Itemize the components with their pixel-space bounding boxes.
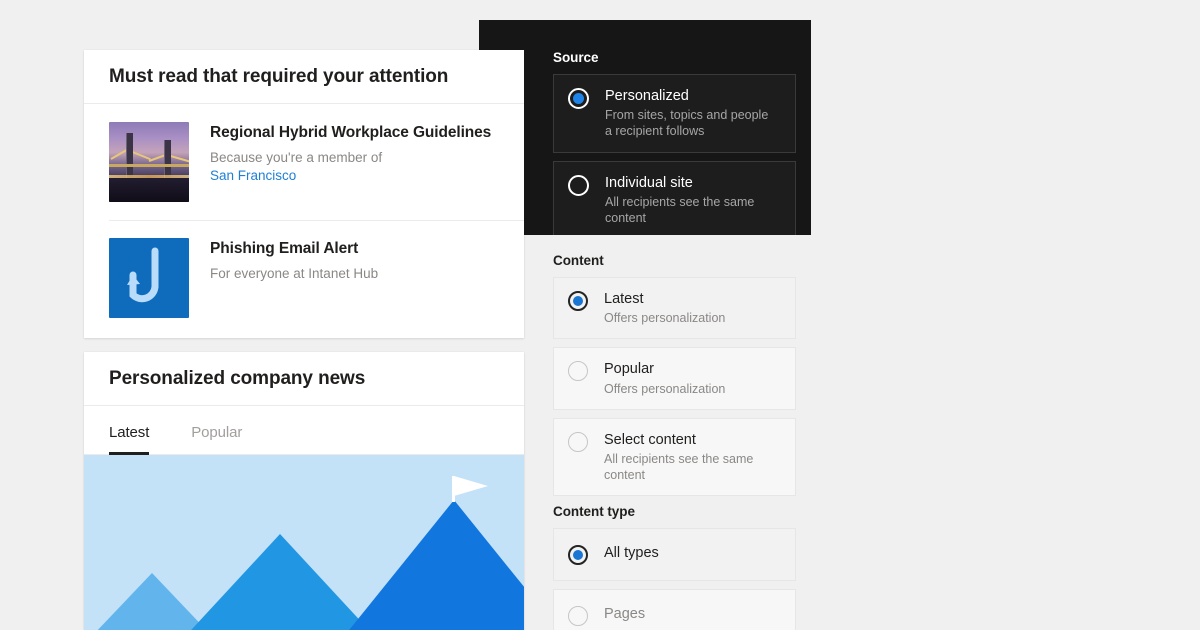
article-subtitle: Because you're a member of [210, 150, 383, 166]
option-title: Select content [604, 431, 696, 448]
option-title: Popular [604, 361, 654, 378]
must-read-card-header: Must read that required your attention [84, 50, 524, 104]
content-type-option-all-types[interactable]: All types [553, 528, 796, 581]
option-text: Personalized From sites, topics and peop… [589, 87, 770, 140]
content-type-group-label: Content type [553, 504, 635, 519]
mountain-peaks-with-flag-illustration [84, 455, 524, 630]
option-title: Latest [604, 291, 644, 307]
tab-popular[interactable]: Popular [191, 424, 242, 454]
must-read-article-list: Regional Hybrid Workplace Guidelines Bec… [84, 104, 524, 336]
option-text: Individual site All recipients see the s… [589, 174, 775, 227]
content-group-label: Content [553, 253, 604, 268]
article-subtitle: For everyone at Intanet Hub [210, 266, 379, 282]
option-title: Individual site [605, 174, 693, 191]
screenshot-root: Must read that required your attention R… [0, 0, 1200, 630]
option-title: All types [604, 545, 659, 561]
article-body: Regional Hybrid Workplace Guidelines Bec… [210, 122, 491, 185]
radio-icon-selected[interactable] [568, 545, 588, 565]
radio-icon-unselected[interactable] [568, 174, 589, 196]
radio-icon-selected[interactable] [568, 291, 588, 311]
option-description: Offers personalization [604, 311, 726, 326]
option-text: Select content All recipients see the sa… [588, 431, 779, 484]
content-option-latest[interactable]: Latest Offers personalization [553, 277, 796, 340]
option-description: All recipients see the same content [604, 451, 754, 483]
must-read-card: Must read that required your attention R… [84, 50, 524, 338]
content-option-popular[interactable]: Popular Offers personalization [553, 347, 796, 410]
source-group: Source Personalized From sites, topics a… [553, 50, 796, 235]
source-group-label: Source [553, 50, 599, 65]
radio-icon-unselected[interactable] [568, 606, 588, 626]
option-title: Pages [604, 606, 646, 622]
content-option-select-content[interactable]: Select content All recipients see the sa… [553, 417, 796, 497]
news-tabs: Latest Popular [84, 406, 524, 455]
option-text: All types [588, 544, 659, 562]
content-type-option-pages[interactable]: Pages [553, 589, 796, 630]
article-source-link[interactable]: San Francisco [210, 167, 491, 185]
tab-latest[interactable]: Latest [109, 424, 150, 455]
option-description: All recipients see the same content [605, 194, 755, 225]
must-read-card-title: Must read that required your attention [109, 65, 449, 87]
option-text: Latest Offers personalization [588, 290, 725, 326]
news-card-title: Personalized company news [109, 367, 366, 389]
content-group: Content Latest Offers personalization Po… [553, 253, 796, 504]
article-title: Phishing Email Alert [210, 240, 359, 257]
source-settings-panel: Source Personalized From sites, topics a… [479, 20, 811, 235]
option-text: Popular Offers personalization [588, 360, 725, 396]
content-type-group: Content type All types Pages [553, 504, 796, 630]
list-item[interactable]: Regional Hybrid Workplace Guidelines Bec… [84, 104, 524, 220]
option-description: Offers personalization [604, 381, 726, 396]
news-card-header: Personalized company news [84, 352, 524, 406]
article-title: Regional Hybrid Workplace Guidelines [210, 124, 492, 141]
radio-icon-unselected[interactable] [568, 361, 588, 382]
fish-hook-icon [109, 238, 189, 318]
personalized-company-news-card: Personalized company news Latest Popular [84, 352, 524, 630]
source-option-individual-site[interactable]: Individual site All recipients see the s… [553, 160, 796, 235]
option-title: Personalized [605, 88, 689, 104]
list-item[interactable]: Phishing Email Alert For everyone at Int… [84, 220, 524, 336]
source-option-personalized[interactable]: Personalized From sites, topics and peop… [553, 74, 796, 153]
option-description: From sites, topics and people a recipien… [605, 108, 769, 139]
option-text: Pages [588, 605, 645, 623]
article-body: Phishing Email Alert For everyone at Int… [210, 238, 378, 283]
bay-bridge-photo-thumbnail [109, 122, 189, 202]
radio-icon-unselected[interactable] [568, 431, 588, 452]
radio-icon-selected[interactable] [568, 88, 589, 109]
